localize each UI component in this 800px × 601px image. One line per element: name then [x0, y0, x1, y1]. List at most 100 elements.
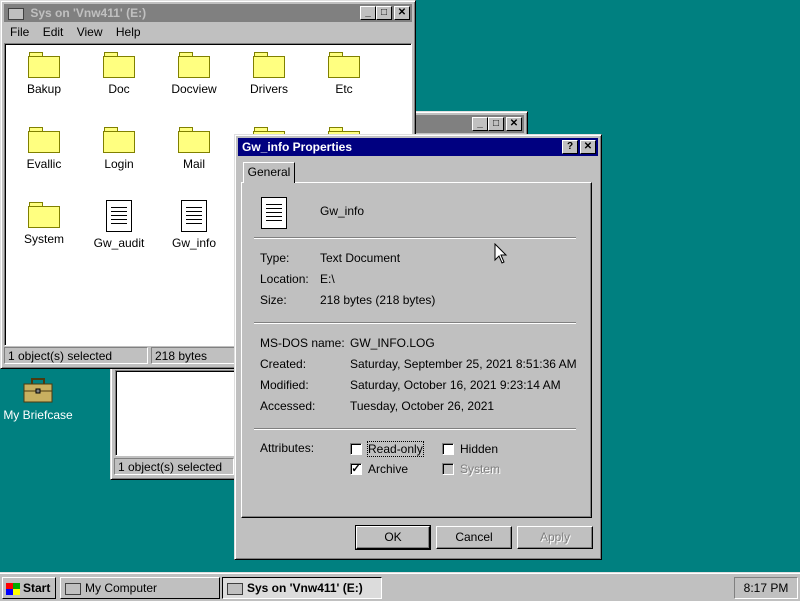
taskbar-button-sys-drive[interactable]: Sys on 'Vnw411' (E:) [222, 577, 382, 599]
file-item[interactable]: System [7, 200, 81, 246]
minimize-button[interactable]: _ [472, 117, 488, 131]
apply-button: Apply [517, 526, 593, 549]
file-item-label: Gw_audit [93, 236, 145, 250]
file-item[interactable]: Gw_info [157, 200, 231, 250]
file-item-label: Docview [171, 82, 217, 96]
system-tray-clock[interactable]: 8:17 PM [734, 577, 798, 599]
field-value: GW_INFO.LOG [350, 336, 435, 350]
menu-help[interactable]: Help [116, 25, 141, 39]
tab-general[interactable]: General [243, 162, 295, 183]
properties-dialog[interactable]: Gw_info Properties ? ✕ General Gw_info T… [234, 134, 602, 560]
desktop-briefcase[interactable]: My Briefcase [2, 378, 74, 422]
read-only-checkbox[interactable] [350, 443, 362, 455]
file-item[interactable]: Bakup [7, 50, 81, 96]
field-label: Modified: [260, 378, 309, 392]
text-document-icon [261, 197, 287, 229]
file-item[interactable]: Doc [82, 50, 156, 96]
taskbar-button-my-computer[interactable]: My Computer [60, 577, 220, 599]
folder-icon [103, 125, 135, 153]
file-item[interactable]: Mail [157, 125, 231, 171]
menu-file[interactable]: File [10, 25, 29, 39]
windows-logo-icon [6, 582, 20, 595]
background-window-client [115, 370, 237, 456]
field-value: Text Document [320, 251, 401, 265]
file-item[interactable]: Docview [157, 50, 231, 96]
file-item[interactable]: Login [82, 125, 156, 171]
status-selected: 1 object(s) selected [114, 458, 234, 475]
start-button[interactable]: Start [2, 577, 56, 599]
file-name: Gw_info [320, 204, 365, 218]
ok-button[interactable]: OK [355, 525, 431, 550]
hidden-label[interactable]: Hidden [460, 442, 498, 456]
mouse-cursor-icon [494, 242, 508, 268]
text-document-icon [181, 200, 207, 232]
file-item[interactable]: Etc [307, 50, 381, 96]
taskbar: Start My Computer Sys on 'Vnw411' (E:) 8… [0, 572, 800, 601]
field-label: Accessed: [260, 399, 316, 413]
field-value: Saturday, October 16, 2021 9:23:14 AM [350, 378, 561, 392]
file-item-label: System [23, 232, 64, 246]
maximize-button[interactable]: □ [488, 117, 504, 131]
field-value: 218 bytes (218 bytes) [320, 293, 436, 307]
system-checkbox [442, 463, 454, 475]
file-item-label: Doc [108, 82, 130, 96]
file-item-label: Bakup [26, 82, 62, 96]
read-only-label[interactable]: Read-only [367, 441, 424, 457]
file-item-label: Login [104, 157, 134, 171]
field-label: Type: [260, 251, 290, 265]
field-label: Created: [260, 357, 307, 371]
file-item[interactable]: Gw_audit [82, 200, 156, 250]
field-label: Size: [260, 293, 287, 307]
drive-icon [227, 582, 243, 595]
file-item-label: Mail [182, 157, 205, 171]
close-button[interactable]: ✕ [580, 140, 596, 154]
tab-panel: Gw_info Type: Text Document Location: E:\ Si… [241, 182, 592, 518]
help-button[interactable]: ? [562, 140, 578, 154]
file-item-label: Gw_info [171, 236, 217, 250]
system-label: System [460, 462, 501, 476]
minimize-button[interactable]: _ [360, 6, 376, 20]
status-selected: 1 object(s) selected [4, 347, 148, 364]
file-item-label: Evallic [26, 157, 62, 171]
close-button[interactable]: ✕ [506, 117, 522, 131]
menu-edit[interactable]: Edit [43, 25, 64, 39]
drive-icon [8, 7, 24, 20]
folder-icon [103, 50, 135, 78]
folder-icon [28, 125, 60, 153]
close-button[interactable]: ✕ [394, 6, 410, 20]
explorer-title: Sys on 'Vnw411' (E:) [30, 6, 147, 20]
text-document-icon [106, 200, 132, 232]
archive-checkbox[interactable]: ✓ [350, 463, 362, 475]
attributes-label: Attributes: [260, 441, 315, 455]
maximize-button[interactable]: □ [376, 6, 392, 20]
separator [254, 237, 576, 239]
folder-icon [178, 50, 210, 78]
cancel-button[interactable]: Cancel [436, 526, 512, 549]
properties-titlebar[interactable]: Gw_info Properties ? ✕ [238, 138, 598, 156]
field-value: Saturday, September 25, 2021 8:51:36 AM [350, 357, 577, 371]
folder-icon [328, 50, 360, 78]
file-item-label: Drivers [250, 82, 288, 96]
separator [254, 322, 576, 324]
file-item[interactable]: Drivers [232, 50, 306, 96]
hidden-checkbox[interactable] [442, 443, 454, 455]
folder-icon [253, 50, 285, 78]
explorer-titlebar[interactable]: Sys on 'Vnw411' (E:) _ □ ✕ [4, 4, 412, 22]
computer-icon [65, 582, 81, 595]
menu-bar: File Edit View Help [4, 23, 145, 42]
field-label: Location: [260, 272, 309, 286]
field-value: Tuesday, October 26, 2021 [350, 399, 495, 413]
field-label: MS-DOS name: [260, 336, 345, 350]
folder-icon [178, 125, 210, 153]
archive-label[interactable]: Archive [368, 462, 408, 476]
properties-title: Gw_info Properties [242, 140, 353, 154]
briefcase-icon [22, 378, 54, 404]
folder-icon [28, 50, 60, 78]
field-value: E:\ [320, 272, 335, 286]
menu-view[interactable]: View [77, 25, 103, 39]
file-item[interactable]: Evallic [7, 125, 81, 171]
folder-icon [28, 200, 60, 228]
file-item-label: Etc [335, 82, 353, 96]
briefcase-label: My Briefcase [3, 408, 73, 422]
start-label: Start [23, 581, 51, 595]
